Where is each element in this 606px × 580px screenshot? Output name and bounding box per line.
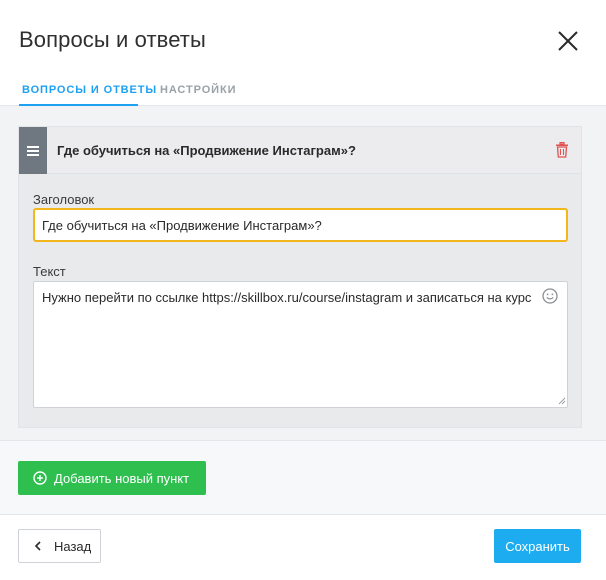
- chevron-left-icon: [34, 541, 41, 551]
- items-list: Где обучиться на «Продвижение Инстаграм»…: [0, 106, 606, 440]
- resize-handle-icon[interactable]: [557, 396, 566, 405]
- tab-bar: ВОПРОСЫ И ОТВЕТЫ НАСТРОЙКИ: [0, 72, 606, 106]
- save-button[interactable]: Сохранить: [494, 529, 581, 563]
- add-item-label: Добавить новый пункт: [54, 470, 190, 486]
- trash-icon[interactable]: [555, 142, 569, 158]
- dialog-header: Вопросы и ответы: [0, 0, 606, 80]
- close-icon[interactable]: [555, 28, 581, 54]
- title-field-label: Заголовок: [33, 192, 95, 207]
- text-field-label: Текст: [33, 264, 66, 279]
- qa-item-header[interactable]: Где обучиться на «Продвижение Инстаграм»…: [19, 127, 581, 174]
- dialog-title: Вопросы и ответы: [19, 27, 206, 52]
- add-item-area: Добавить новый пункт: [0, 440, 606, 514]
- tab-questions-answers[interactable]: ВОПРОСЫ И ОТВЕТЫ: [22, 84, 157, 96]
- qa-item: Где обучиться на «Продвижение Инстаграм»…: [18, 126, 582, 428]
- text-textarea[interactable]: Нужно перейти по ссылке https://skillbox…: [33, 281, 568, 408]
- emoji-icon[interactable]: [542, 288, 558, 304]
- plus-circle-icon: [33, 471, 47, 485]
- back-label: Назад: [54, 538, 92, 554]
- back-button[interactable]: Назад: [18, 529, 101, 563]
- dialog-footer: Назад Сохранить: [0, 514, 606, 580]
- qa-dialog: Вопросы и ответы ВОПРОСЫ И ОТВЕТЫ НАСТРО…: [0, 0, 606, 580]
- title-input[interactable]: Где обучиться на «Продвижение Инстаграм»…: [33, 208, 568, 242]
- drag-handle-icon[interactable]: [19, 127, 47, 174]
- qa-item-title: Где обучиться на «Продвижение Инстаграм»…: [57, 143, 356, 158]
- tab-settings[interactable]: НАСТРОЙКИ: [160, 84, 236, 96]
- add-item-button[interactable]: Добавить новый пункт: [18, 461, 206, 495]
